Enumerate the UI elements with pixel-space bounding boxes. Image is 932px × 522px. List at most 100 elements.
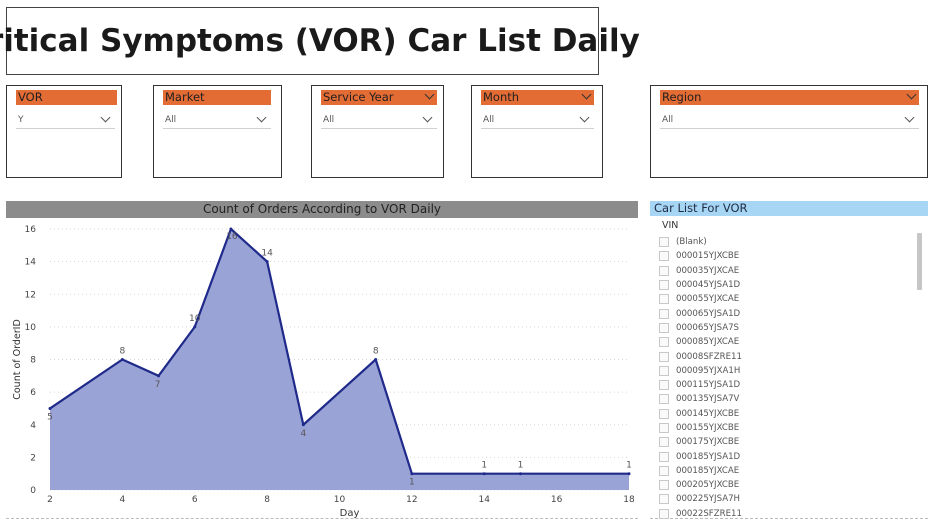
data-point xyxy=(120,358,124,361)
data-point xyxy=(374,358,378,361)
vin-list-item[interactable]: 000145YJXCBE xyxy=(659,407,919,421)
slicer-market-label: Market xyxy=(165,90,205,104)
vin-list-item[interactable]: 000185YJSA1D xyxy=(659,449,919,463)
vin-label: 000065YJSA7S xyxy=(676,322,740,333)
slicer-region-dropdown[interactable]: All xyxy=(660,111,919,129)
vin-label: 000045YJSA1D xyxy=(676,280,741,291)
vin-list-item[interactable]: 000085YJXCAE xyxy=(659,335,919,349)
checkbox[interactable] xyxy=(659,322,669,333)
chevron-down-icon[interactable] xyxy=(579,112,590,123)
vin-label: (Blank) xyxy=(676,237,707,248)
checkbox[interactable] xyxy=(659,265,669,276)
checkbox[interactable] xyxy=(659,423,669,433)
slicer-region[interactable]: Region All xyxy=(650,85,928,178)
slicer-market-dropdown[interactable]: All xyxy=(163,111,271,129)
slicer-region-value: All xyxy=(662,115,674,125)
slicer-month-label: Month xyxy=(483,90,520,104)
vin-list-item[interactable]: 000155YJXCBE xyxy=(659,421,919,435)
y-tick-label: 10 xyxy=(25,323,37,333)
checkbox[interactable] xyxy=(659,494,669,505)
slicer-service-year[interactable]: Service Year All xyxy=(311,85,444,178)
vin-label: 000135YJSA7V xyxy=(676,394,740,405)
scrollbar-thumb[interactable] xyxy=(917,233,922,290)
checkbox[interactable] xyxy=(659,508,669,519)
chevron-down-icon[interactable] xyxy=(422,112,433,123)
slicer-market[interactable]: Market All xyxy=(153,85,282,178)
checkbox[interactable] xyxy=(659,437,669,448)
data-point xyxy=(301,423,305,427)
slicer-vor-header: VOR xyxy=(16,90,117,105)
checkbox[interactable] xyxy=(659,451,669,462)
slicer-month-dropdown[interactable]: All xyxy=(481,111,594,129)
checkbox[interactable] xyxy=(659,365,669,376)
vin-label: 000205YJXCBE xyxy=(676,480,740,491)
vin-list-item[interactable]: (Blank) xyxy=(659,235,919,249)
data-label: 14 xyxy=(261,249,273,259)
y-tick-label: 4 xyxy=(30,421,36,431)
chevron-down-icon[interactable] xyxy=(581,89,592,100)
slicer-vor-dropdown[interactable]: Y xyxy=(16,111,115,129)
vin-label: 000185YJXCAE xyxy=(676,465,740,476)
vin-list-item[interactable]: 000055YJXCAE xyxy=(659,292,919,306)
checkbox[interactable] xyxy=(659,394,669,405)
chevron-down-icon[interactable] xyxy=(424,89,435,100)
x-tick-label: 12 xyxy=(406,495,417,505)
slicer-service-year-dropdown[interactable]: All xyxy=(321,111,437,129)
slicer-vor-value: Y xyxy=(18,115,24,125)
x-tick-label: 14 xyxy=(479,495,491,505)
vin-list-item[interactable]: 00008SFZRE11 xyxy=(659,349,919,363)
vin-label: 000085YJXCAE xyxy=(676,337,740,348)
vin-list-item[interactable]: 00022SFZRE11 xyxy=(659,507,919,521)
checkbox[interactable] xyxy=(659,237,669,248)
checkbox[interactable] xyxy=(659,337,669,348)
chevron-down-icon[interactable] xyxy=(100,112,111,123)
checkbox[interactable] xyxy=(659,380,669,391)
vin-list-item[interactable]: 000175YJXCBE xyxy=(659,435,919,449)
chevron-down-icon[interactable] xyxy=(906,89,917,100)
data-label: 1 xyxy=(481,461,487,471)
x-tick-label: 2 xyxy=(47,495,53,505)
checkbox[interactable] xyxy=(659,465,669,476)
data-label: 16 xyxy=(226,232,238,242)
vin-list-item[interactable]: 000015YJXCBE xyxy=(659,249,919,263)
checkbox[interactable] xyxy=(659,308,669,319)
chart-title: Count of Orders According to VOR Daily xyxy=(6,201,638,218)
slicer-month[interactable]: Month All xyxy=(471,85,603,178)
y-tick-label: 14 xyxy=(25,258,37,268)
checkbox[interactable] xyxy=(659,480,669,491)
x-tick-label: 18 xyxy=(623,495,635,505)
data-point xyxy=(157,374,161,378)
slicer-vor[interactable]: VOR Y xyxy=(6,85,122,178)
data-label: 5 xyxy=(47,412,53,422)
slicer-service-year-header: Service Year xyxy=(321,89,437,105)
vin-list-item[interactable]: 000035YJXCAE xyxy=(659,264,919,278)
vin-list-item[interactable]: 000225YJSA7H xyxy=(659,492,919,506)
page-title-box: Critical Symptoms (VOR) Car List Daily xyxy=(0,7,640,75)
vin-list-item[interactable]: 000185YJXCAE xyxy=(659,464,919,478)
vin-list-item[interactable]: 000205YJXCBE xyxy=(659,478,919,492)
chevron-down-icon[interactable] xyxy=(256,112,267,123)
slicer-service-year-value: All xyxy=(323,115,335,125)
data-point xyxy=(48,406,52,410)
vin-label: 00022SFZRE11 xyxy=(676,508,742,519)
checkbox[interactable] xyxy=(659,251,669,262)
y-axis-title: Count of OrderID xyxy=(12,319,23,400)
checkbox[interactable] xyxy=(659,408,669,419)
chevron-down-icon[interactable] xyxy=(904,112,915,123)
data-point xyxy=(229,227,233,231)
checkbox[interactable] xyxy=(659,351,669,362)
vin-label: 000065YJSA1D xyxy=(676,308,741,319)
vin-list-item[interactable]: 000115YJSA1D xyxy=(659,378,919,392)
checkbox[interactable] xyxy=(659,280,669,291)
vin-list-item[interactable]: 000095YJXA1H xyxy=(659,364,919,378)
vin-list-item[interactable]: 000065YJSA1D xyxy=(659,306,919,320)
data-label: 1 xyxy=(409,478,415,488)
data-label: 8 xyxy=(373,347,379,357)
vin-list-item[interactable]: 000045YJSA1D xyxy=(659,278,919,292)
checkbox[interactable] xyxy=(659,294,669,305)
data-point xyxy=(193,325,197,329)
vin-list-item[interactable]: 000135YJSA7V xyxy=(659,392,919,406)
car-list-title: Car List For VOR xyxy=(650,201,928,216)
slicer-market-header: Market xyxy=(163,90,271,105)
vin-list-item[interactable]: 000065YJSA7S xyxy=(659,321,919,335)
